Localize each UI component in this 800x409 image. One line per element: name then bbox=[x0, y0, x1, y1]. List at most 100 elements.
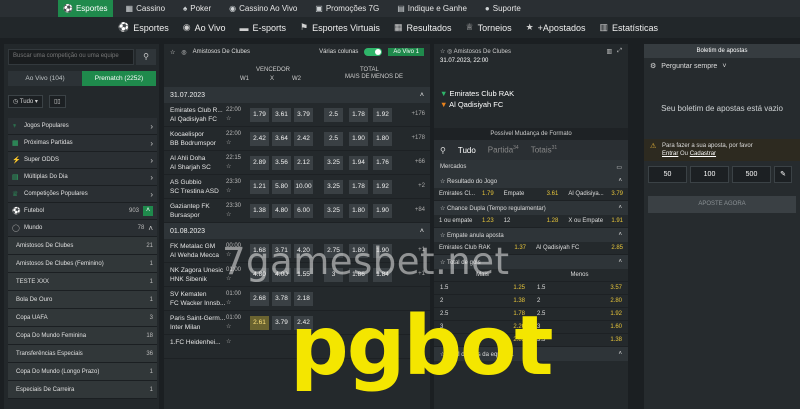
live-button[interactable]: Ao Vivo 1 bbox=[388, 48, 424, 56]
odd-cell[interactable]: 12 1.28 bbox=[499, 218, 564, 224]
region-mundo[interactable]: ◯ Mundo 78 ˄ bbox=[8, 220, 157, 237]
odd-cell[interactable]: 1 ou empate 1.23 bbox=[434, 218, 499, 224]
tab-tudo[interactable]: Tudo bbox=[458, 146, 476, 155]
view-toggle-button[interactable]: ▯▯ bbox=[48, 95, 66, 108]
odd-cell[interactable]: Al Qadisiyah FC 2.85 bbox=[531, 245, 628, 251]
odd-button[interactable]: 1.38 bbox=[250, 204, 269, 218]
subnav-estatisticas[interactable]: ▥ Estatísticas bbox=[599, 22, 658, 33]
stake-50-button[interactable]: 50 bbox=[648, 166, 687, 183]
match-teams[interactable]: FK Metalac GM Al Wehda Mecca bbox=[170, 242, 219, 260]
edit-stake-button[interactable]: ✎ bbox=[774, 166, 792, 183]
match-row[interactable]: Gaziantep FK Bursaspor 23:30 ☆ 1.38 4.80 6.00 3… bbox=[164, 199, 430, 223]
match-row[interactable]: Kocaelispor BB Bodrumspor 22:00 ☆ 2.42 3.64 2.… bbox=[164, 127, 430, 151]
odd-button[interactable]: 3.78 bbox=[272, 292, 291, 306]
tab-prematch[interactable]: Prematch (2252) bbox=[82, 71, 156, 86]
star-icon[interactable]: ☆ bbox=[226, 211, 241, 220]
star-icon[interactable]: ☆ bbox=[170, 49, 175, 56]
competition-item[interactable]: Especiais De Carreira 1 bbox=[8, 381, 157, 399]
match-row[interactable]: AS Gubbio SC Trestina ASD 23:30 ☆ 1.21 5.80 10… bbox=[164, 175, 430, 199]
menu-super-odds[interactable]: ⚡ Super ODDS › bbox=[8, 152, 157, 169]
star-icon[interactable]: ☆ bbox=[226, 163, 241, 172]
menu-jogos-populares[interactable]: ♆ Jogos Populares › bbox=[8, 118, 157, 135]
nav-indique[interactable]: ▤ Indique e Ganhe bbox=[392, 0, 472, 17]
odd-button[interactable]: 2.5 bbox=[324, 132, 343, 146]
stats-icon[interactable]: ▥ bbox=[607, 48, 613, 55]
more-markets-link[interactable]: +84 bbox=[415, 207, 425, 213]
tab-totais[interactable]: Totais31 bbox=[531, 145, 557, 155]
competition-item[interactable]: Copa Do Mundo Feminina 18 bbox=[8, 327, 157, 345]
menu-competicoes-populares[interactable]: ♕ Competições Populares › bbox=[8, 186, 157, 203]
match-teams[interactable]: Kocaelispor BB Bodrumspor bbox=[170, 130, 216, 148]
subnav-resultados[interactable]: ▦ Resultados bbox=[394, 22, 452, 33]
star-icon[interactable]: ☆ bbox=[226, 139, 241, 148]
menu-proximas-partidas[interactable]: ▦ Próximas Partidas › bbox=[8, 135, 157, 152]
tab-partida[interactable]: Partida34 bbox=[488, 145, 519, 155]
odd-button[interactable]: 1.78 bbox=[349, 180, 368, 194]
star-icon[interactable]: ☆ bbox=[226, 115, 241, 124]
star-icon[interactable]: ☆ bbox=[226, 299, 241, 308]
odd-button[interactable]: 2.5 bbox=[324, 108, 343, 122]
match-teams[interactable]: 1.FC Heidenhei... bbox=[170, 338, 221, 347]
odd-button[interactable]: 1.94 bbox=[349, 156, 368, 170]
date-header[interactable]: 01.08.2023 ˄ bbox=[164, 223, 430, 239]
odd-button[interactable]: 3.25 bbox=[324, 204, 343, 218]
odd-button[interactable]: 3.25 bbox=[324, 156, 343, 170]
nav-cassino-ao-vivo[interactable]: ◉ Cassino Ao Vivo bbox=[224, 0, 302, 17]
odd-button[interactable]: 10.00 bbox=[294, 180, 313, 194]
market-result[interactable]: ☆ Resultado do Jogo ˄ bbox=[434, 174, 628, 188]
subnav-virtuais[interactable]: ⚑ Esportes Virtuais bbox=[300, 22, 380, 33]
place-bet-button[interactable]: APOSTE AGORA bbox=[648, 196, 796, 213]
star-icon[interactable]: ☆ bbox=[226, 187, 241, 196]
odds-change-select[interactable]: ⚙ Perguntar sempre ˅ bbox=[644, 58, 800, 74]
menu-multiplas[interactable]: ▤ Múltiplas Do Dia › bbox=[8, 169, 157, 186]
odd-button[interactable]: 2.89 bbox=[250, 156, 269, 170]
star-icon[interactable]: ☆ bbox=[440, 49, 445, 55]
competition-item[interactable]: TESTE XXX 1 bbox=[8, 273, 157, 291]
odd-button[interactable]: 3.64 bbox=[272, 132, 291, 146]
odd-button[interactable]: 3.79 bbox=[294, 108, 313, 122]
odd-cell[interactable]: Al Qadisiya... 3.79 bbox=[563, 191, 628, 197]
odd-button[interactable]: 5.80 bbox=[272, 180, 291, 194]
odd-button[interactable]: 1.80 bbox=[349, 204, 368, 218]
odd-button[interactable]: 4.80 bbox=[272, 204, 291, 218]
nav-suporte[interactable]: ● Suporte bbox=[480, 0, 526, 17]
competition-item[interactable]: Copa Do Mundo (Longo Prazo) 1 bbox=[8, 363, 157, 381]
search-icon[interactable]: ⚲ bbox=[440, 146, 446, 155]
subnav-esports[interactable]: ▬ E-sports bbox=[239, 23, 286, 33]
nav-promocoes[interactable]: ▣ Promoções 7G bbox=[310, 0, 384, 17]
more-markets-link[interactable]: +176 bbox=[411, 111, 425, 117]
odd-button[interactable]: 3.61 bbox=[272, 108, 291, 122]
match-teams[interactable]: Gaziantep FK Bursaspor bbox=[170, 202, 210, 220]
tab-ao-vivo[interactable]: Ao Vivo (104) bbox=[8, 71, 82, 86]
competition-item[interactable]: Copa UAFA 3 bbox=[8, 309, 157, 327]
competition-item[interactable]: Amistosos De Clubes 21 bbox=[8, 237, 157, 255]
expand-icon[interactable]: ⤢ bbox=[617, 48, 622, 55]
competition-item[interactable]: Amistosos De Clubes (Feminino) 1 bbox=[8, 255, 157, 273]
odd-button[interactable]: 1.90 bbox=[349, 132, 368, 146]
register-link[interactable]: Cadastrar bbox=[690, 151, 716, 157]
stake-100-button[interactable]: 100 bbox=[690, 166, 729, 183]
odd-button[interactable]: 1.90 bbox=[373, 204, 392, 218]
match-row[interactable]: Al Ahli Doha Al Sharjah SC 22:15 ☆ 2.89 3.56 2… bbox=[164, 151, 430, 175]
odd-cell[interactable]: 1.5 3.57 bbox=[531, 285, 628, 291]
star-icon[interactable]: ☆ bbox=[226, 338, 231, 347]
more-markets-link[interactable]: +178 bbox=[411, 135, 425, 141]
odd-button[interactable]: 2.12 bbox=[294, 156, 313, 170]
subnav-apostados[interactable]: ★ +Apostados bbox=[526, 22, 586, 33]
more-markets-link[interactable]: +2 bbox=[418, 183, 425, 189]
odd-cell[interactable]: Emirates Cl... 1.79 bbox=[434, 191, 499, 197]
search-input[interactable]: Buscar uma competição ou uma equipe bbox=[8, 49, 134, 65]
odd-button[interactable]: 6.00 bbox=[294, 204, 313, 218]
odd-button[interactable]: 2.42 bbox=[250, 132, 269, 146]
odd-cell[interactable]: X ou Empate 1.91 bbox=[563, 218, 628, 224]
odd-button[interactable]: 1.92 bbox=[373, 180, 392, 194]
odd-button[interactable]: 2.42 bbox=[294, 132, 313, 146]
star-icon[interactable]: ☆ bbox=[440, 233, 447, 239]
match-teams[interactable]: AS Gubbio SC Trestina ASD bbox=[170, 178, 219, 196]
odd-button[interactable]: 3.56 bbox=[272, 156, 291, 170]
multi-columns-toggle[interactable] bbox=[364, 48, 383, 56]
odd-button[interactable]: 2.61 bbox=[250, 316, 269, 330]
odd-button[interactable]: 2.68 bbox=[250, 292, 269, 306]
match-row[interactable]: Emirates Club R... Al Qadisiyah FC 22:00 ☆ 1… bbox=[164, 103, 430, 127]
match-teams[interactable]: Al Ahli Doha Al Sharjah SC bbox=[170, 154, 211, 172]
